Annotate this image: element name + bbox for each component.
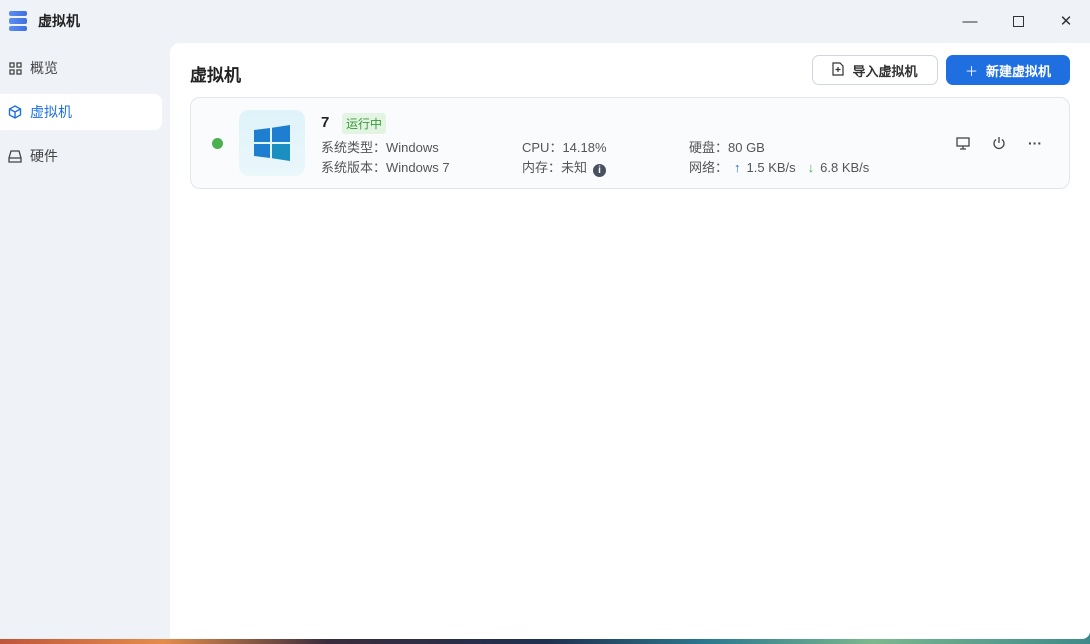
sidebar-item-label: 硬件 [30,148,58,164]
file-import-icon [832,61,845,79]
status-badge: 运行中 [342,113,387,134]
download-speed: 6.8 KB/s [820,160,870,175]
sidebar-item-label: 虚拟机 [30,104,72,120]
monitor-icon[interactable] [953,133,973,153]
sidebar-item-overview[interactable]: 概览 [0,50,162,86]
running-status-dot [212,138,223,149]
vm-card[interactable]: 7 运行中 系统类型：Windows 系统版本：Windows 7 CPU：14… [190,97,1070,189]
arrow-down-icon: ↓ [807,160,815,175]
power-icon[interactable] [989,133,1009,153]
arrow-up-icon: ↑ [734,160,741,175]
drive-icon [8,149,22,163]
vm-name[interactable]: 7 [321,114,329,131]
minimize-button[interactable]: — [946,0,994,42]
more-options-icon[interactable]: ··· [1025,133,1045,153]
network-speed: 网络： ↑ 1.5 KB/s ↓ 6.8 KB/s [689,157,869,176]
close-button[interactable]: ✕ [1042,0,1090,42]
window-title: 虚拟机 [38,13,80,29]
new-vm-button[interactable]: ＋ 新建虚拟机 [946,55,1070,85]
plus-icon: ＋ [964,63,978,79]
os-type: 系统类型：Windows [321,140,439,155]
sidebar-item-hardware[interactable]: 硬件 [0,138,162,174]
upload-speed: 1.5 KB/s [746,160,796,175]
os-version: 系统版本：Windows 7 [321,160,450,175]
import-vm-button[interactable]: 导入虚拟机 [812,55,938,85]
sidebar-item-label: 概览 [30,60,58,76]
sidebar-item-vms[interactable]: 虚拟机 [0,94,162,130]
info-icon[interactable]: i [593,164,607,177]
import-vm-label: 导入虚拟机 [852,63,918,79]
disk-size: 硬盘：80 GB [689,140,765,155]
maximize-button[interactable] [994,0,1042,42]
sidebar: 概览 虚拟机 硬件 [0,50,170,182]
cpu-usage: CPU：14.18% [522,140,607,155]
page-title: 虚拟机 [190,66,241,85]
grid-icon [8,61,22,75]
network-label: 网络： [689,160,729,175]
windows-logo-icon [239,110,305,176]
main-panel: 虚拟机 导入虚拟机 ＋ 新建虚拟机 7 运行中 系统类型：Windows 系统版… [170,43,1090,639]
cube-icon [8,105,22,119]
app-logo-icon [9,11,27,31]
title-bar: 虚拟机 — ✕ [0,0,1090,42]
memory-text: 内存：未知 [522,160,588,175]
memory-usage: 内存：未知 i [522,157,607,177]
app-window: 虚拟机 — ✕ 概览 虚拟机 硬件 虚拟机 导入虚拟机 ＋ 新建虚拟机 7 运行… [0,0,1090,639]
new-vm-label: 新建虚拟机 [986,63,1052,79]
